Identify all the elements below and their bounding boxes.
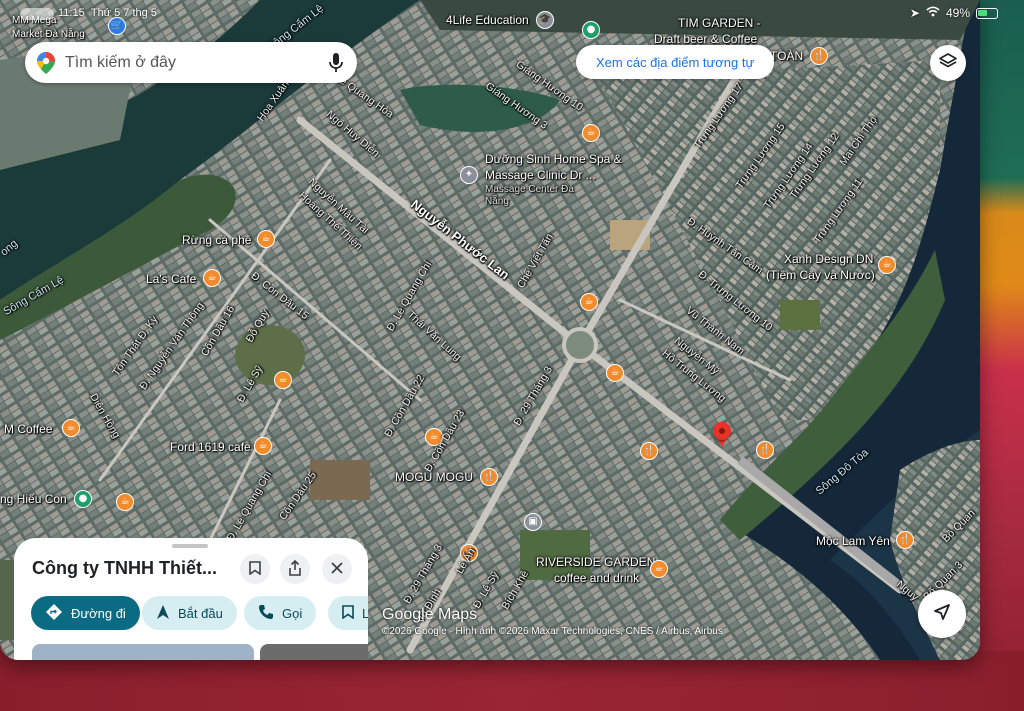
navigation-arrow-icon xyxy=(933,603,951,625)
poi-label[interactable]: Market Đà Nẵng xyxy=(12,29,85,40)
share-button[interactable] xyxy=(280,554,310,584)
poi-label[interactable]: RIVERSIDE GARDEN xyxy=(536,555,655,569)
start-label: Bắt đầu xyxy=(178,605,223,621)
cafe-icon[interactable]: ☕ xyxy=(650,560,668,578)
cafe-icon[interactable]: ☕ xyxy=(116,493,134,511)
save-label: L xyxy=(362,605,368,621)
wifi-icon xyxy=(926,6,940,20)
place-bottom-sheet[interactable]: Công ty TNHH Thiết... Đường đi Bắt đầu G… xyxy=(14,538,368,660)
poi-label[interactable]: MOGU MOGU xyxy=(395,470,473,484)
restaurant-icon[interactable]: 🍴 xyxy=(480,468,498,486)
google-maps-logo: Google Maps xyxy=(382,606,478,623)
similar-places-button[interactable]: Xem các địa điểm tương tự xyxy=(576,45,775,79)
close-button[interactable] xyxy=(322,554,352,584)
restaurant-icon[interactable]: 🍴 xyxy=(810,47,828,65)
my-location-button[interactable] xyxy=(918,590,966,638)
cafe-icon[interactable]: ☕ xyxy=(254,437,272,455)
share-icon xyxy=(288,559,302,579)
map-attribution[interactable]: ©2026 Google · Hình ảnh ©2026 Maxar Tech… xyxy=(382,626,723,637)
poi-label[interactable]: coffee and drink xyxy=(554,571,639,585)
poi-label[interactable]: (Tiệm Cây và Nước) xyxy=(766,268,875,282)
cafe-icon[interactable]: ☕ xyxy=(62,419,80,437)
poi-label[interactable]: Draft beer & Coffee xyxy=(654,32,757,46)
cafe-icon[interactable]: ☕ xyxy=(274,371,292,389)
maps-app-window: 🛒 MM Mega Market Đà Nẵng 4Life Education… xyxy=(0,0,980,660)
cafe-icon[interactable]: ☕ xyxy=(203,269,221,287)
poi-label[interactable]: Dưỡng Sinh Home Spa & xyxy=(485,152,622,166)
cafe-icon[interactable]: ☕ xyxy=(878,256,896,274)
microphone-icon[interactable] xyxy=(329,52,343,74)
poi-label[interactable]: Mộc Lam Yên xyxy=(816,534,890,548)
cafe-icon[interactable]: ☕ xyxy=(582,124,600,142)
poi-label[interactable]: Nẵng xyxy=(485,196,509,207)
cafe-icon[interactable]: ☕ xyxy=(606,364,624,382)
poi-label[interactable]: Massage Center Đà xyxy=(485,184,574,195)
poi-label[interactable]: Ford 1619 cafe xyxy=(170,440,251,454)
save-chip-button[interactable]: L xyxy=(328,596,368,630)
multitasking-dots[interactable] xyxy=(20,8,54,20)
layers-icon xyxy=(939,52,957,74)
cafe-icon[interactable]: ☕ xyxy=(580,293,598,311)
start-navigation-button[interactable]: Bắt đầu xyxy=(142,596,237,630)
call-button[interactable]: Gọi xyxy=(244,596,317,630)
battery-icon xyxy=(976,7,998,19)
poi-label[interactable]: Massage Clinic Dr ... xyxy=(485,168,596,182)
status-bar: 11:15 Thứ 5 7 thg 5 ➤ 49% xyxy=(0,0,1024,26)
poi-label[interactable]: TOÀN xyxy=(770,49,803,63)
close-icon xyxy=(331,561,343,577)
wallpaper-bottom xyxy=(0,651,1024,711)
directions-label: Đường đi xyxy=(71,605,126,621)
poi-label[interactable]: Xanh Design DN xyxy=(784,252,873,266)
poi-label[interactable]: ng Hiếu Con xyxy=(0,492,67,506)
search-bar[interactable] xyxy=(25,42,357,83)
cafe-icon[interactable]: ☕ xyxy=(257,230,275,248)
place-icon[interactable]: ● xyxy=(74,490,92,508)
poi-label[interactable]: La's Cafe xyxy=(146,272,196,286)
restaurant-icon[interactable]: 🍴 xyxy=(896,531,914,549)
location-icon: ➤ xyxy=(909,6,920,20)
place-title: Công ty TNHH Thiết... xyxy=(32,558,217,578)
layers-button[interactable] xyxy=(930,45,966,81)
bookmark-icon xyxy=(249,560,261,578)
navigation-icon xyxy=(156,604,170,623)
call-label: Gọi xyxy=(282,605,303,621)
sheet-drag-handle[interactable] xyxy=(172,544,208,548)
phone-icon xyxy=(258,604,274,623)
directions-icon xyxy=(45,603,63,624)
spa-icon[interactable]: ✦ xyxy=(460,166,478,184)
status-time: 11:15 Thứ 5 7 thg 5 xyxy=(58,7,157,19)
battery-percent: 49% xyxy=(945,6,970,20)
place-photo[interactable] xyxy=(260,644,368,660)
poi-label[interactable]: M Coffee xyxy=(4,422,52,436)
restaurant-icon[interactable]: 🍴 xyxy=(640,442,658,460)
restaurant-icon[interactable]: 🍴 xyxy=(756,441,774,459)
bookmark-icon xyxy=(342,604,354,622)
place-photo[interactable] xyxy=(32,644,254,660)
google-maps-pin-icon xyxy=(37,51,55,74)
search-input[interactable] xyxy=(65,53,305,72)
selected-place-marker[interactable] xyxy=(707,422,737,458)
save-bookmark-button[interactable] xyxy=(240,554,270,584)
poi-label[interactable]: Rừng cà phê xyxy=(182,233,251,247)
directions-button[interactable]: Đường đi xyxy=(31,596,140,630)
transit-icon[interactable]: ▣ xyxy=(524,513,542,531)
